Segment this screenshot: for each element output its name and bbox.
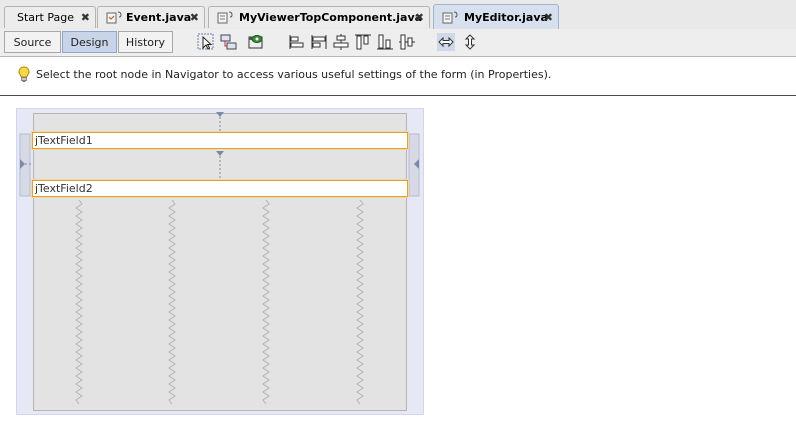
tab-myeditor-java[interactable]: MyEditor.java ✖ [433, 4, 559, 29]
lightbulb-icon [18, 66, 30, 86]
tab-label: MyViewerTopComponent.java [239, 11, 423, 24]
tab-start-page[interactable]: Start Page ✖ [4, 6, 96, 28]
align-right-icon[interactable] [310, 33, 328, 51]
history-button[interactable]: History [118, 31, 173, 53]
align-top-icon[interactable] [354, 33, 372, 51]
hint-bar: Select the root node in Navigator to acc… [0, 57, 796, 96]
java-form-file-icon [217, 11, 233, 24]
align-bottom-icon[interactable] [376, 33, 394, 51]
connection-mode-icon[interactable] [220, 33, 238, 51]
hint-text: Select the root node in Navigator to acc… [36, 68, 552, 81]
center-horizontally-icon[interactable] [332, 33, 350, 51]
design-button[interactable]: Design [62, 31, 117, 53]
close-tab-icon[interactable]: ✖ [81, 11, 90, 24]
change-horizontal-resizability-icon[interactable] [437, 33, 455, 51]
change-vertical-resizability-icon[interactable] [461, 33, 479, 51]
preview-design-icon[interactable] [247, 33, 265, 51]
editor-tab-bar: Start Page ✖ Event.java ✖ MyViewerTopCom… [0, 0, 796, 30]
center-vertically-icon[interactable] [398, 33, 416, 51]
tab-myviewertopcomponent-java[interactable]: MyViewerTopComponent.java ✖ [208, 6, 430, 28]
resize-zigzag-column [75, 200, 83, 405]
java-form-file-icon [442, 11, 458, 24]
selection-mode-icon[interactable] [197, 33, 215, 51]
tab-label: Start Page [17, 11, 74, 24]
java-file-icon [106, 11, 122, 24]
align-left-icon[interactable] [288, 33, 306, 51]
close-tab-icon[interactable]: ✖ [415, 11, 424, 24]
resize-zigzag-column [356, 200, 364, 405]
close-tab-icon[interactable]: ✖ [544, 11, 553, 24]
tab-event-java[interactable]: Event.java ✖ [97, 6, 205, 28]
jtextfield1[interactable]: jTextField1 [32, 132, 408, 149]
tab-label: Event.java [126, 11, 192, 24]
tab-label: MyEditor.java [464, 10, 548, 24]
close-tab-icon[interactable]: ✖ [190, 11, 199, 24]
form-editor-toolbar: Source Design History [0, 29, 796, 57]
resize-zigzag-column [262, 200, 270, 405]
source-button[interactable]: Source [4, 31, 61, 53]
jtextfield2[interactable]: jTextField2 [32, 180, 408, 197]
resize-zigzag-column [168, 200, 176, 405]
